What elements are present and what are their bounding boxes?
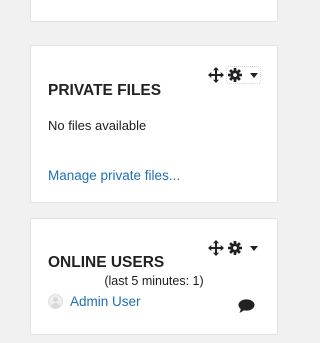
online-users-summary: (last 5 minutes: 1)	[104, 274, 204, 288]
online-users-block: ONLINE USERS (last 5 minutes: 1) Admin U…	[30, 218, 278, 335]
gear-icon[interactable]	[228, 68, 242, 82]
online-users-controls	[208, 239, 261, 257]
caret-down-icon[interactable]	[250, 72, 258, 78]
previous-block-bottom	[30, 0, 278, 22]
gear-icon[interactable]	[228, 241, 242, 255]
caret-down-icon[interactable]	[250, 245, 258, 251]
avatar	[48, 294, 63, 309]
files-empty-message: No files available	[48, 118, 147, 133]
online-users-title: ONLINE USERS	[48, 253, 165, 271]
move-icon[interactable]	[208, 67, 224, 83]
manage-private-files-link[interactable]: Manage private files...	[48, 168, 180, 183]
private-files-actions-menu[interactable]	[226, 66, 261, 84]
move-icon[interactable]	[208, 240, 224, 256]
message-icon[interactable]	[238, 299, 255, 314]
list-item: Admin User	[48, 294, 141, 309]
private-files-title: PRIVATE FILES	[48, 81, 162, 99]
private-files-block: PRIVATE FILES No files available Manage …	[30, 45, 278, 203]
private-files-controls	[208, 66, 261, 84]
online-users-actions-menu[interactable]	[226, 239, 261, 257]
user-link-admin-user[interactable]: Admin User	[70, 294, 141, 309]
